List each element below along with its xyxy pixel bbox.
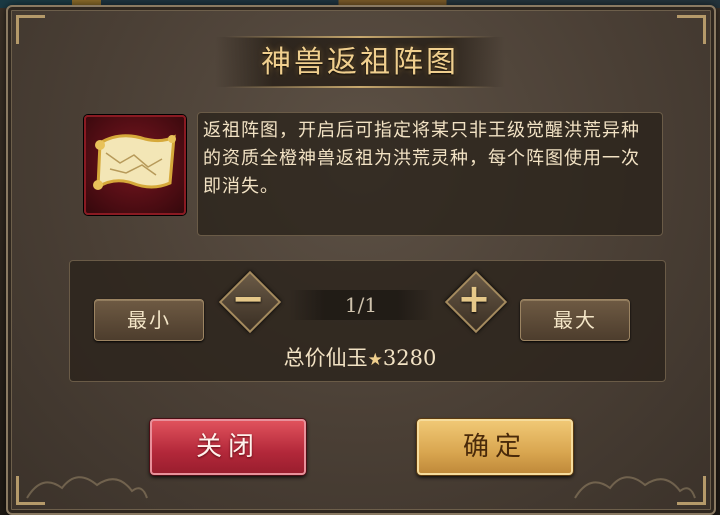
cloud-ornament-icon bbox=[26, 476, 148, 499]
max-quantity-button[interactable]: 最大 bbox=[520, 299, 630, 341]
star-icon: ★ bbox=[367, 350, 383, 370]
minus-icon: − bbox=[231, 276, 265, 322]
decrease-button[interactable]: − bbox=[218, 270, 282, 334]
dialog-title: 神兽返祖阵图 bbox=[261, 45, 459, 80]
total-price: 总价仙玉★3280 bbox=[240, 342, 480, 374]
item-description: 返祖阵图，开启后可指定将某只非王级觉醒洪荒异种的资质全橙神兽返祖为洪荒灵种，每个… bbox=[203, 120, 640, 197]
title-divider bbox=[225, 86, 495, 88]
increase-button[interactable]: + bbox=[444, 270, 508, 334]
total-price-label: 总价仙玉 bbox=[283, 346, 368, 370]
quantity-input[interactable]: 1/1 bbox=[288, 290, 434, 320]
scroll-map-icon bbox=[84, 115, 186, 215]
corner-ornament bbox=[677, 15, 706, 44]
corner-ornament bbox=[16, 15, 45, 44]
total-price-value: 3280 bbox=[382, 346, 437, 370]
title-divider bbox=[225, 36, 495, 38]
plus-icon: + bbox=[457, 276, 491, 322]
close-button[interactable]: 关闭 bbox=[150, 419, 306, 475]
confirm-button[interactable]: 确定 bbox=[417, 419, 573, 475]
min-quantity-button[interactable]: 最小 bbox=[94, 299, 204, 341]
cloud-ornament-icon bbox=[574, 476, 696, 499]
